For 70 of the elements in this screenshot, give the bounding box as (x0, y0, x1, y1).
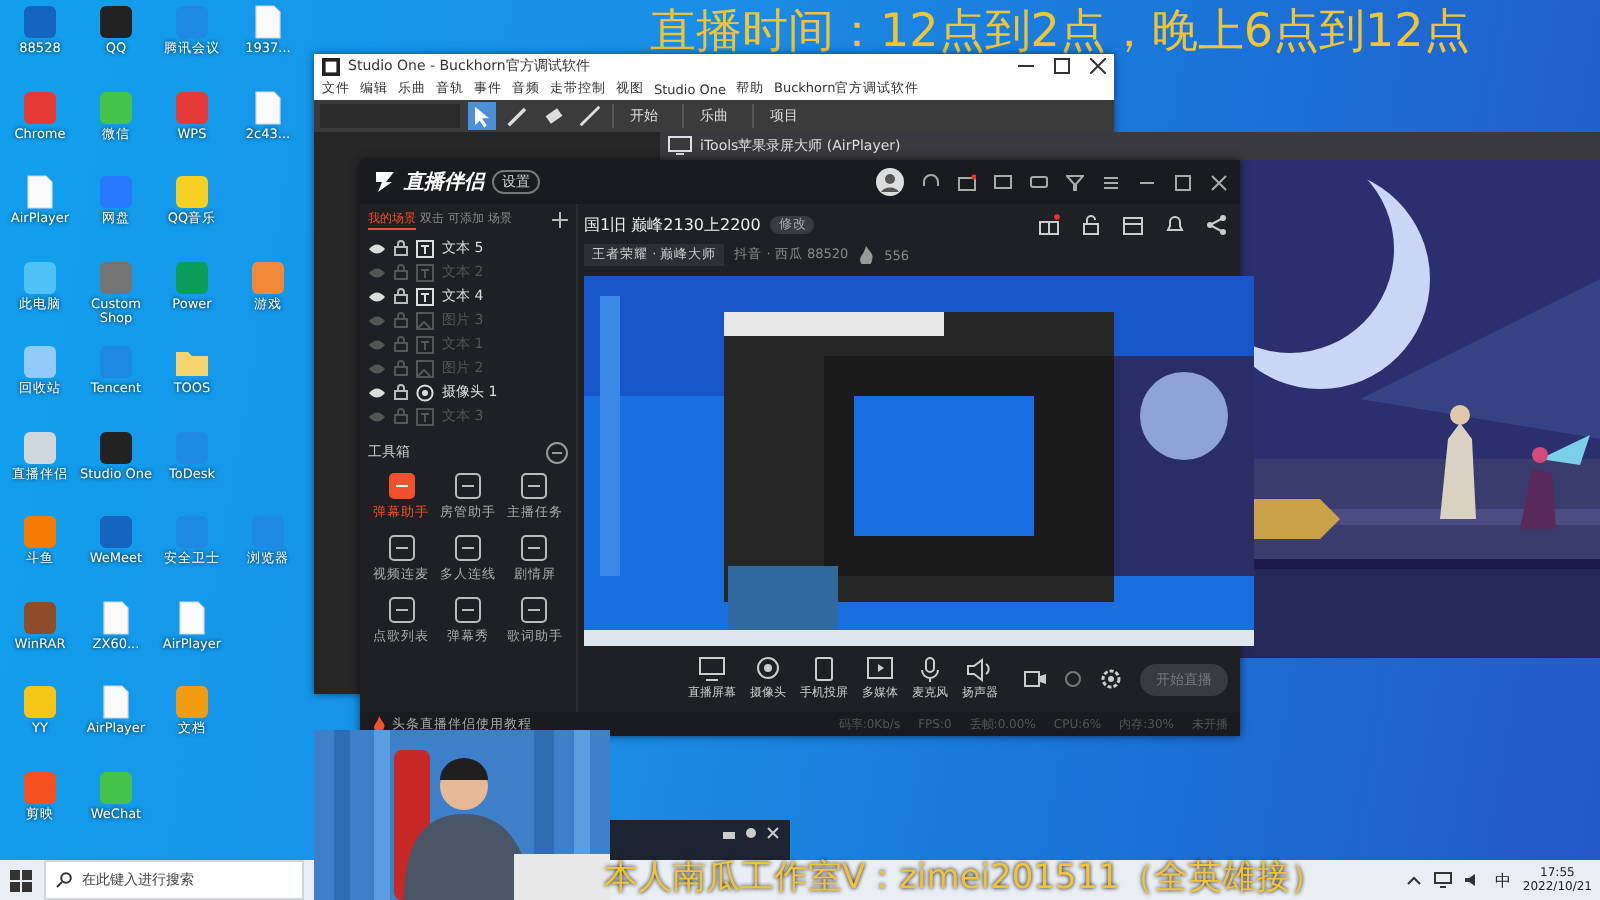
close-icon[interactable] (1090, 58, 1106, 74)
avatar[interactable] (876, 168, 904, 196)
image-icon (416, 359, 434, 377)
tool-icon (453, 534, 482, 562)
phone-icon (810, 656, 838, 682)
text-layer-icon (416, 287, 434, 305)
text-layer-icon (416, 239, 434, 257)
settings-icon[interactable] (1100, 668, 1122, 690)
mail-icon[interactable] (958, 173, 976, 191)
monitor-icon (698, 656, 726, 682)
maximize-icon[interactable] (1174, 173, 1192, 191)
tool-icon (520, 534, 549, 562)
flame-icon (858, 246, 875, 264)
text-layer-icon (416, 335, 434, 353)
pencil-tool-icon[interactable] (504, 102, 532, 130)
tool-icon (387, 472, 416, 500)
menu-icon[interactable] (1102, 173, 1120, 191)
input-method[interactable]: 中 (1494, 869, 1511, 891)
tool-icon (387, 534, 416, 562)
tool-icon (453, 472, 482, 500)
fire-icon (372, 716, 386, 732)
start-icon[interactable] (10, 869, 32, 891)
tool-icon (520, 596, 549, 624)
app-icon[interactable] (98, 429, 134, 465)
lock-icon[interactable] (394, 288, 408, 304)
image-icon (416, 311, 434, 329)
file-icon[interactable] (250, 4, 286, 40)
app-logo-icon (372, 170, 396, 194)
file-icon[interactable] (174, 599, 210, 635)
bell-icon[interactable] (1164, 214, 1186, 236)
contact-text: 本人南瓜工作室V：zimei201511（全英雄接） (604, 856, 1324, 900)
screen-mirror-icon (668, 136, 692, 156)
text-layer-icon (416, 407, 434, 425)
tool-icon (387, 596, 416, 624)
camera-icon (416, 383, 434, 401)
lock-icon[interactable] (394, 240, 408, 256)
share-icon[interactable] (1206, 214, 1228, 236)
gift-icon[interactable] (1038, 214, 1060, 236)
brush-tool-icon[interactable] (576, 102, 604, 130)
app-logo: 直播伴侣 (404, 169, 484, 196)
message-icon[interactable] (994, 173, 1012, 191)
file-icon[interactable] (250, 89, 286, 125)
record-icon[interactable] (1024, 670, 1046, 688)
unlock-icon[interactable] (1080, 214, 1102, 236)
room-title: 国1旧 巅峰2130上2200 (584, 214, 761, 236)
text-layer-icon (416, 263, 434, 281)
search-icon (56, 872, 72, 888)
add-icon[interactable] (552, 212, 568, 228)
tool-icon (453, 596, 482, 624)
play-icon (866, 656, 894, 682)
webcam-icon (754, 656, 782, 682)
maximize-icon[interactable] (1054, 58, 1070, 74)
chevron-up-icon[interactable] (1406, 874, 1423, 886)
schedule-text: 直播时间：12点到2点，晚上6点到12点 (650, 4, 1470, 62)
file-icon[interactable] (98, 599, 134, 635)
box-icon[interactable] (1122, 214, 1144, 236)
file-icon[interactable] (98, 684, 134, 720)
chat-icon[interactable] (1030, 173, 1048, 191)
more-icon[interactable] (546, 441, 568, 463)
app-icon[interactable] (98, 4, 134, 40)
filter-icon[interactable] (1066, 173, 1084, 191)
tool-icon (520, 472, 549, 500)
lock-icon[interactable] (722, 826, 736, 840)
lock-icon[interactable] (394, 384, 408, 400)
file-icon[interactable] (22, 174, 58, 210)
microphone-icon (916, 656, 944, 682)
pin-icon[interactable] (744, 826, 758, 840)
close-icon[interactable] (1210, 173, 1228, 191)
speaker-icon (966, 656, 994, 682)
network-icon[interactable] (1434, 872, 1453, 888)
